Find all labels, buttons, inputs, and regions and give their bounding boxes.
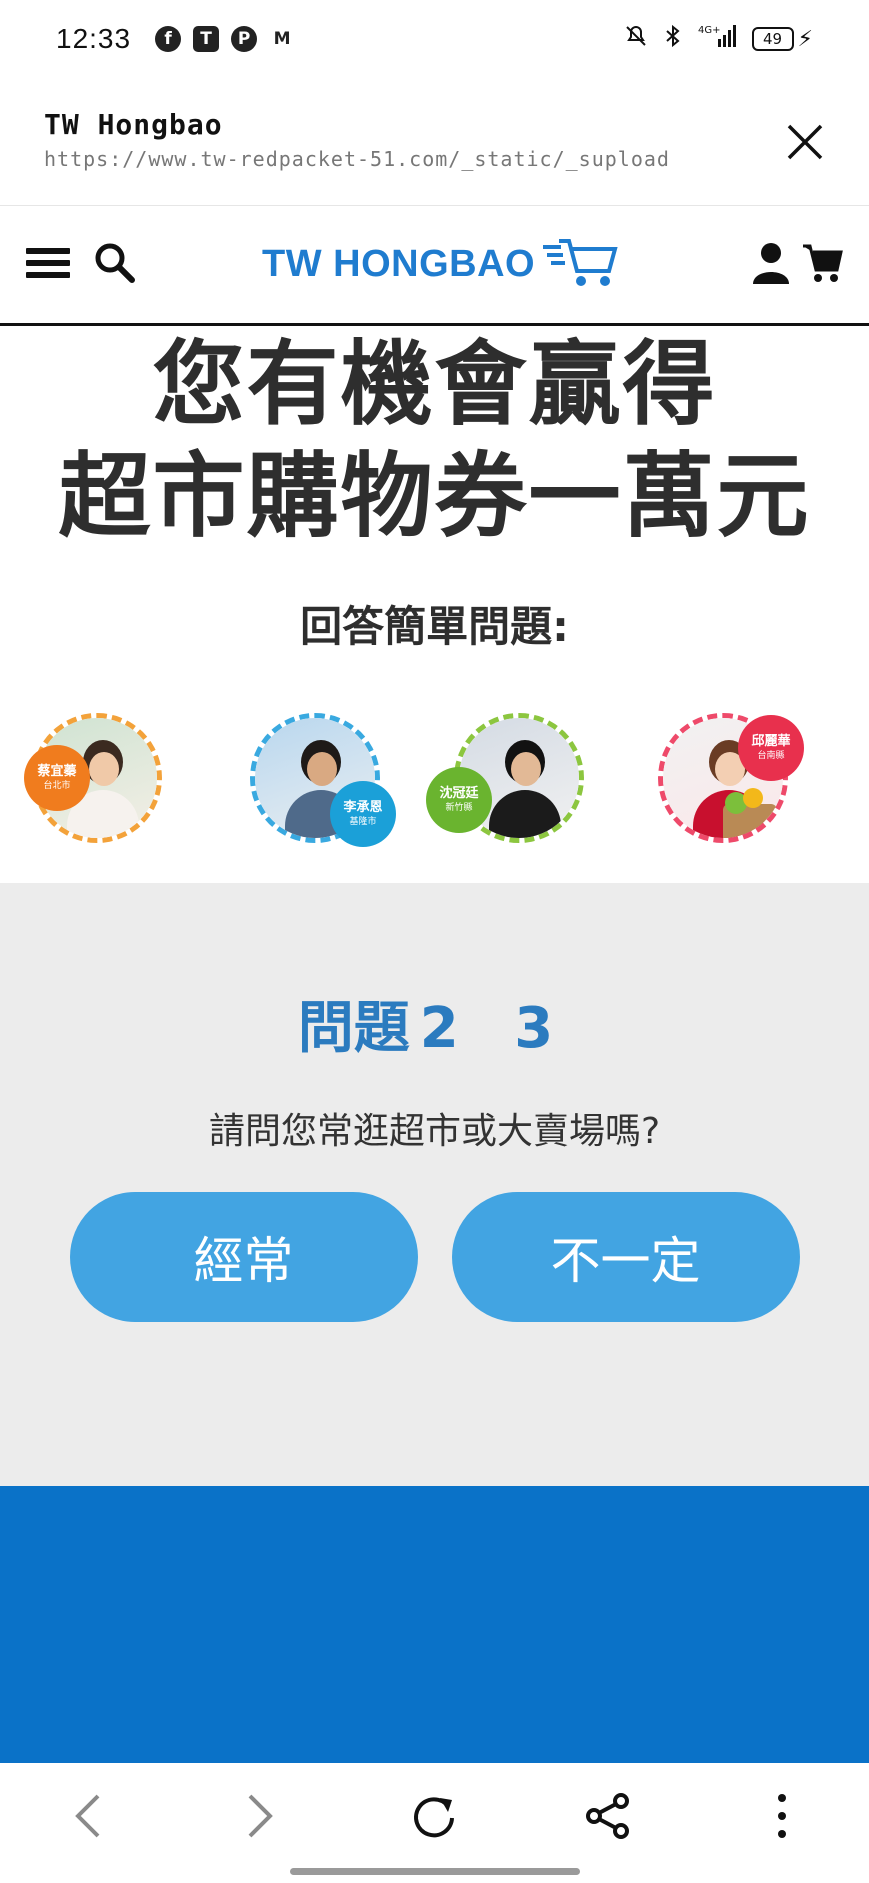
- winner-3: 沈冠廷 新竹縣: [426, 705, 592, 855]
- more-vertical-icon: [778, 1794, 787, 1838]
- winner-city: 台北市: [43, 781, 71, 791]
- logo-text: TW HONGBAO: [262, 242, 536, 285]
- winners-row: 蔡宜蓁 台北市 李承恩 基隆市 沈冠廷 新竹縣 邱麗華 台南縣: [0, 705, 869, 855]
- forward-button[interactable]: [226, 1781, 296, 1851]
- tab-url[interactable]: https://www.tw-redpacket-51.com/_static/…: [44, 147, 825, 171]
- status-time: 12:33: [56, 23, 132, 54]
- chevron-right-icon: [248, 1794, 273, 1838]
- question-section: 問題 2 3 請問您常逛超市或大賣場嗎? 經常 不一定: [0, 883, 869, 1486]
- gmail-icon: M: [273, 29, 291, 49]
- browser-bottom-bar: [0, 1763, 869, 1883]
- charging-icon: ⚡: [797, 26, 813, 52]
- winner-badge: 蔡宜蓁 台北市: [24, 745, 90, 811]
- winner-name: 李承恩: [343, 800, 383, 815]
- close-button[interactable]: [779, 116, 831, 168]
- status-bar: 12:33 f T P M 4G+ 49 ⚡: [0, 0, 869, 78]
- cart-icon: [803, 244, 843, 282]
- answer-often-button[interactable]: 經常: [69, 1192, 418, 1322]
- winner-2: 李承恩 基隆市: [238, 705, 396, 855]
- winner-name: 邱麗華: [751, 734, 791, 749]
- share-button[interactable]: [573, 1781, 643, 1851]
- answer-buttons: 經常 不一定: [0, 1192, 869, 1322]
- winner-name: 蔡宜蓁: [37, 764, 77, 779]
- winner-badge: 李承恩 基隆市: [330, 781, 396, 847]
- bluetooth-icon: [662, 24, 684, 54]
- footer-band: [0, 1486, 869, 1763]
- facebook-icon: f: [155, 26, 182, 52]
- chevron-left-icon: [75, 1794, 100, 1838]
- search-button[interactable]: [94, 242, 136, 288]
- share-icon: [586, 1793, 630, 1839]
- site-navbar: TW HONGBAO: [0, 207, 869, 326]
- question-label: 問題: [297, 996, 410, 1061]
- cart-logo-icon: [543, 239, 618, 286]
- pinterest-icon: P: [231, 26, 258, 52]
- battery-level: 49: [751, 27, 794, 51]
- site-logo[interactable]: TW HONGBAO: [262, 237, 619, 291]
- account-button[interactable]: [751, 242, 791, 288]
- headline-line-1: 您有機會贏得: [152, 331, 717, 438]
- winner-city: 新竹縣: [445, 803, 473, 813]
- refresh-icon: [414, 1797, 455, 1838]
- battery-indicator: 49 ⚡: [751, 26, 813, 52]
- winner-4: 邱麗華 台南縣: [646, 705, 804, 855]
- notification-icons: f T P M: [155, 26, 295, 52]
- subtitle: 回答簡單問題:: [300, 602, 569, 651]
- more-button[interactable]: [747, 1781, 817, 1851]
- answer-not-sure-button[interactable]: 不一定: [451, 1192, 800, 1322]
- menu-button[interactable]: [26, 245, 72, 285]
- mute-icon: [624, 24, 648, 54]
- question-text: 請問您常逛超市或大賣場嗎?: [208, 1111, 661, 1152]
- winner-city: 基隆市: [349, 817, 377, 827]
- teams-icon: T: [193, 26, 220, 52]
- tab-title: TW Hongbao: [44, 108, 223, 141]
- close-icon: [787, 124, 823, 160]
- user-icon: [753, 243, 789, 284]
- cart-button[interactable]: [801, 242, 843, 288]
- winner-city: 台南縣: [757, 751, 785, 761]
- signal-icon: 4G+: [698, 23, 738, 55]
- svg-text:4G+: 4G+: [698, 25, 721, 36]
- winner-name: 沈冠廷: [439, 786, 479, 801]
- custom-tab-header: TW Hongbao https://www.tw-redpacket-51.c…: [0, 78, 869, 206]
- reload-button[interactable]: [399, 1781, 469, 1851]
- headline-line-2: 超市購物券一萬元: [58, 443, 811, 550]
- search-icon: [95, 243, 135, 283]
- winner-badge: 沈冠廷 新竹縣: [426, 767, 492, 833]
- winner-badge: 邱麗華 台南縣: [738, 715, 804, 781]
- hamburger-icon: [26, 248, 70, 278]
- question-number: 2 3: [419, 996, 572, 1061]
- gesture-home-bar[interactable]: [290, 1868, 580, 1875]
- hero-section: 您有機會贏得 超市購物券一萬元 回答簡單問題:: [0, 329, 869, 654]
- winner-1: 蔡宜蓁 台北市: [20, 705, 170, 855]
- question-title: 問題 2 3: [0, 983, 869, 1064]
- back-button[interactable]: [52, 1781, 122, 1851]
